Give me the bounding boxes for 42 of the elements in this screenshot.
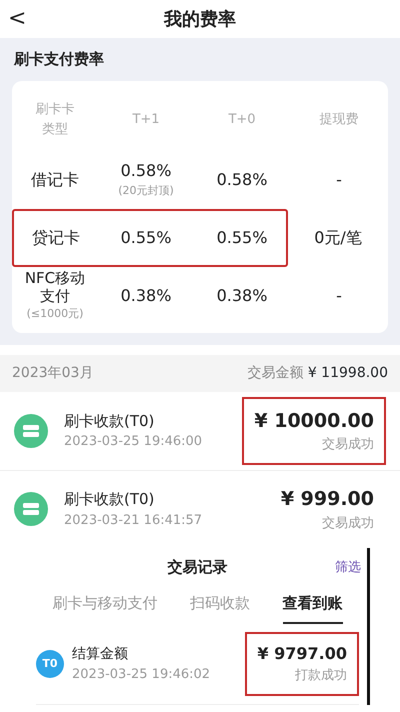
transaction-title: 刷卡收款(T0) [64, 489, 156, 510]
rate-value: 0.55% [216, 226, 268, 248]
status-text: 交易成功 [321, 514, 374, 532]
rate-value: 0.58% [216, 168, 268, 190]
rate-value: 0.55% [120, 226, 172, 248]
card-type: NFC移动支付 [24, 268, 86, 306]
tab[interactable]: 查看到账 [282, 588, 343, 624]
rate-value: 0.58% [120, 160, 172, 182]
status-badge: T0 [36, 650, 64, 678]
amount: ¥ 9797.00 [257, 643, 347, 665]
page-title: 我的费率 [164, 8, 236, 32]
transaction-title: 刷卡收款(T0) [64, 410, 156, 432]
panel-title: 交易记录 [168, 557, 228, 578]
total-amount: ¥ 11998.00 [308, 364, 388, 380]
column-header: T+1 [131, 110, 161, 129]
fee-value: - [335, 284, 343, 306]
total-label: 交易金额 [247, 364, 304, 380]
status-text: 交易成功 [321, 436, 374, 454]
card-icon [14, 492, 48, 526]
card-type: 借记卡 [31, 168, 79, 190]
column-header: 提现费 [318, 110, 360, 129]
back-button[interactable]: < [0, 8, 34, 30]
record-title: 结算金额 [72, 644, 129, 664]
rate-value: 0.38% [120, 284, 172, 306]
rate-value: 0.38% [216, 284, 268, 306]
amount: ¥ 10000.00 [254, 408, 374, 434]
column-header: 刷卡卡类型 [36, 101, 74, 138]
column-header: T+0 [227, 110, 257, 129]
card-type: 贷记卡 [32, 226, 80, 248]
section-title: 刷卡支付费率 [12, 49, 105, 70]
transaction-time: 2023-03-25 19:46:00 [64, 433, 204, 451]
month-label: 2023年03月 [12, 364, 94, 382]
rate-note: (20元封顶) [118, 183, 174, 200]
amount: ¥ 999.00 [280, 487, 374, 512]
card-icon [14, 414, 48, 448]
fee-value: - [335, 168, 343, 190]
status-text: 打款成功 [294, 667, 347, 685]
filter-link[interactable]: 筛选 [329, 556, 367, 578]
transaction-time: 2023-03-21 16:41:57 [64, 512, 204, 530]
record-time: 2023-03-25 19:46:02 [72, 666, 212, 684]
fee-value: 0元/笔 [313, 226, 363, 248]
rate-note: (≤1000元) [26, 306, 84, 322]
